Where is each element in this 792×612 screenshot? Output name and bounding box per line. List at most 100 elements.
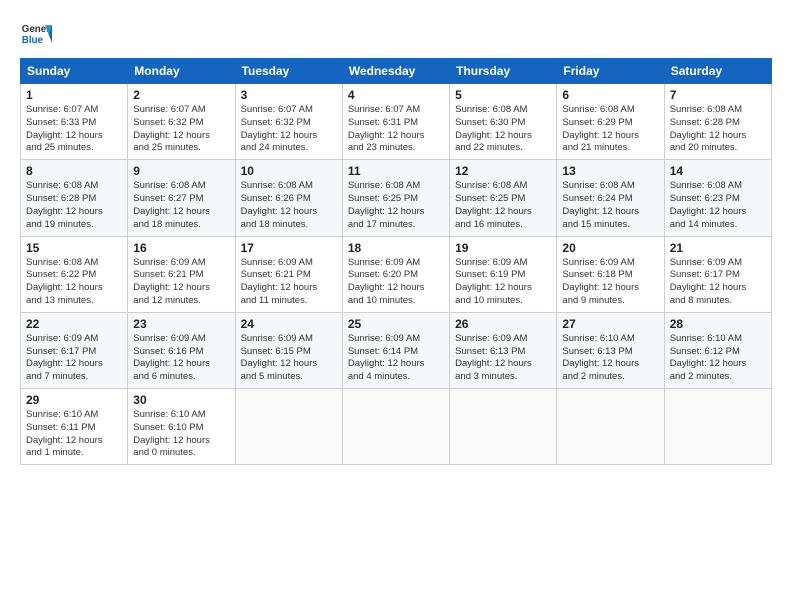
column-header-thursday: Thursday <box>450 59 557 84</box>
column-header-monday: Monday <box>128 59 235 84</box>
calendar-cell <box>557 389 664 465</box>
day-number: 28 <box>670 317 766 331</box>
calendar-cell: 1 Sunrise: 6:07 AM Sunset: 6:33 PM Daylig… <box>21 84 128 160</box>
column-header-tuesday: Tuesday <box>235 59 342 84</box>
column-header-friday: Friday <box>557 59 664 84</box>
day-info: Sunrise: 6:10 AM Sunset: 6:10 PM Dayligh… <box>133 409 229 460</box>
calendar-cell: 17 Sunrise: 6:09 AM Sunset: 6:21 PM Dayli… <box>235 236 342 312</box>
calendar-cell: 21 Sunrise: 6:09 AM Sunset: 6:17 PM Dayli… <box>664 236 771 312</box>
day-info: Sunrise: 6:08 AM Sunset: 6:25 PM Dayligh… <box>455 180 551 231</box>
day-info: Sunrise: 6:09 AM Sunset: 6:18 PM Dayligh… <box>562 257 658 308</box>
day-number: 27 <box>562 317 658 331</box>
calendar-table: SundayMondayTuesdayWednesdayThursdayFrid… <box>20 58 772 465</box>
calendar-cell: 29 Sunrise: 6:10 AM Sunset: 6:11 PM Dayli… <box>21 389 128 465</box>
day-number: 1 <box>26 88 122 102</box>
day-number: 16 <box>133 241 229 255</box>
calendar-cell: 14Sunrise: 6:08 AM Sunset: 6:23 PM Dayli… <box>664 160 771 236</box>
day-info: Sunrise: 6:09 AM Sunset: 6:13 PM Dayligh… <box>455 333 551 384</box>
day-number: 9 <box>133 164 229 178</box>
calendar-cell: 11Sunrise: 6:08 AM Sunset: 6:25 PM Dayli… <box>342 160 449 236</box>
calendar-cell <box>342 389 449 465</box>
day-info: Sunrise: 6:09 AM Sunset: 6:21 PM Dayligh… <box>241 257 337 308</box>
day-info: Sunrise: 6:07 AM Sunset: 6:32 PM Dayligh… <box>241 104 337 155</box>
day-info: Sunrise: 6:10 AM Sunset: 6:11 PM Dayligh… <box>26 409 122 460</box>
calendar-cell: 5 Sunrise: 6:08 AM Sunset: 6:30 PM Daylig… <box>450 84 557 160</box>
day-number: 24 <box>241 317 337 331</box>
calendar-cell: 15 Sunrise: 6:08 AM Sunset: 6:22 PM Dayli… <box>21 236 128 312</box>
day-info: Sunrise: 6:09 AM Sunset: 6:15 PM Dayligh… <box>241 333 337 384</box>
calendar-cell: 8Sunrise: 6:08 AM Sunset: 6:28 PM Daylig… <box>21 160 128 236</box>
day-number: 25 <box>348 317 444 331</box>
calendar-cell: 24 Sunrise: 6:09 AM Sunset: 6:15 PM Dayli… <box>235 312 342 388</box>
day-number: 13 <box>562 164 658 178</box>
day-number: 20 <box>562 241 658 255</box>
calendar-cell: 18 Sunrise: 6:09 AM Sunset: 6:20 PM Dayli… <box>342 236 449 312</box>
calendar-week-row: 1 Sunrise: 6:07 AM Sunset: 6:33 PM Daylig… <box>21 84 772 160</box>
calendar-cell: 2Sunrise: 6:07 AM Sunset: 6:32 PM Daylig… <box>128 84 235 160</box>
day-info: Sunrise: 6:07 AM Sunset: 6:31 PM Dayligh… <box>348 104 444 155</box>
day-info: Sunrise: 6:08 AM Sunset: 6:25 PM Dayligh… <box>348 180 444 231</box>
day-number: 12 <box>455 164 551 178</box>
day-number: 26 <box>455 317 551 331</box>
calendar-cell: 19 Sunrise: 6:09 AM Sunset: 6:19 PM Dayli… <box>450 236 557 312</box>
day-info: Sunrise: 6:08 AM Sunset: 6:22 PM Dayligh… <box>26 257 122 308</box>
day-number: 5 <box>455 88 551 102</box>
calendar-header-row: SundayMondayTuesdayWednesdayThursdayFrid… <box>21 59 772 84</box>
calendar-cell: 28 Sunrise: 6:10 AM Sunset: 6:12 PM Dayli… <box>664 312 771 388</box>
calendar-cell: 10Sunrise: 6:08 AM Sunset: 6:26 PM Dayli… <box>235 160 342 236</box>
calendar-cell: 27 Sunrise: 6:10 AM Sunset: 6:13 PM Dayli… <box>557 312 664 388</box>
calendar-cell: 16 Sunrise: 6:09 AM Sunset: 6:21 PM Dayli… <box>128 236 235 312</box>
column-header-sunday: Sunday <box>21 59 128 84</box>
day-info: Sunrise: 6:09 AM Sunset: 6:17 PM Dayligh… <box>670 257 766 308</box>
day-info: Sunrise: 6:08 AM Sunset: 6:27 PM Dayligh… <box>133 180 229 231</box>
day-number: 18 <box>348 241 444 255</box>
logo: General Blue <box>20 18 52 50</box>
calendar-week-row: 22Sunrise: 6:09 AM Sunset: 6:17 PM Dayli… <box>21 312 772 388</box>
day-number: 17 <box>241 241 337 255</box>
calendar-cell <box>664 389 771 465</box>
calendar-cell: 23Sunrise: 6:09 AM Sunset: 6:16 PM Dayli… <box>128 312 235 388</box>
day-info: Sunrise: 6:09 AM Sunset: 6:19 PM Dayligh… <box>455 257 551 308</box>
day-info: Sunrise: 6:08 AM Sunset: 6:28 PM Dayligh… <box>26 180 122 231</box>
day-number: 29 <box>26 393 122 407</box>
calendar-cell: 26 Sunrise: 6:09 AM Sunset: 6:13 PM Dayli… <box>450 312 557 388</box>
day-info: Sunrise: 6:08 AM Sunset: 6:26 PM Dayligh… <box>241 180 337 231</box>
calendar-cell: 3 Sunrise: 6:07 AM Sunset: 6:32 PM Daylig… <box>235 84 342 160</box>
day-info: Sunrise: 6:08 AM Sunset: 6:28 PM Dayligh… <box>670 104 766 155</box>
day-number: 22 <box>26 317 122 331</box>
day-info: Sunrise: 6:10 AM Sunset: 6:13 PM Dayligh… <box>562 333 658 384</box>
day-number: 4 <box>348 88 444 102</box>
calendar-cell: 25 Sunrise: 6:09 AM Sunset: 6:14 PM Dayli… <box>342 312 449 388</box>
calendar-cell: 7 Sunrise: 6:08 AM Sunset: 6:28 PM Daylig… <box>664 84 771 160</box>
day-number: 21 <box>670 241 766 255</box>
calendar-cell: 12 Sunrise: 6:08 AM Sunset: 6:25 PM Dayli… <box>450 160 557 236</box>
calendar-cell: 6 Sunrise: 6:08 AM Sunset: 6:29 PM Daylig… <box>557 84 664 160</box>
day-number: 3 <box>241 88 337 102</box>
calendar-cell: 13 Sunrise: 6:08 AM Sunset: 6:24 PM Dayli… <box>557 160 664 236</box>
calendar-cell: 9 Sunrise: 6:08 AM Sunset: 6:27 PM Daylig… <box>128 160 235 236</box>
column-header-wednesday: Wednesday <box>342 59 449 84</box>
day-info: Sunrise: 6:07 AM Sunset: 6:33 PM Dayligh… <box>26 104 122 155</box>
calendar-cell: 4 Sunrise: 6:07 AM Sunset: 6:31 PM Daylig… <box>342 84 449 160</box>
day-info: Sunrise: 6:10 AM Sunset: 6:12 PM Dayligh… <box>670 333 766 384</box>
calendar-cell: 22Sunrise: 6:09 AM Sunset: 6:17 PM Dayli… <box>21 312 128 388</box>
page: General Blue SundayMondayTuesdayWednesda… <box>0 0 792 475</box>
day-info: Sunrise: 6:08 AM Sunset: 6:23 PM Dayligh… <box>670 180 766 231</box>
day-info: Sunrise: 6:09 AM Sunset: 6:14 PM Dayligh… <box>348 333 444 384</box>
day-number: 15 <box>26 241 122 255</box>
day-info: Sunrise: 6:08 AM Sunset: 6:24 PM Dayligh… <box>562 180 658 231</box>
day-number: 19 <box>455 241 551 255</box>
day-info: Sunrise: 6:09 AM Sunset: 6:16 PM Dayligh… <box>133 333 229 384</box>
calendar-week-row: 29 Sunrise: 6:10 AM Sunset: 6:11 PM Dayli… <box>21 389 772 465</box>
day-info: Sunrise: 6:09 AM Sunset: 6:20 PM Dayligh… <box>348 257 444 308</box>
day-info: Sunrise: 6:09 AM Sunset: 6:21 PM Dayligh… <box>133 257 229 308</box>
day-info: Sunrise: 6:08 AM Sunset: 6:29 PM Dayligh… <box>562 104 658 155</box>
day-number: 6 <box>562 88 658 102</box>
logo-icon: General Blue <box>20 18 52 50</box>
day-info: Sunrise: 6:08 AM Sunset: 6:30 PM Dayligh… <box>455 104 551 155</box>
calendar-week-row: 15 Sunrise: 6:08 AM Sunset: 6:22 PM Dayli… <box>21 236 772 312</box>
calendar-cell: 30 Sunrise: 6:10 AM Sunset: 6:10 PM Dayli… <box>128 389 235 465</box>
svg-text:Blue: Blue <box>22 35 44 46</box>
day-number: 30 <box>133 393 229 407</box>
day-number: 7 <box>670 88 766 102</box>
